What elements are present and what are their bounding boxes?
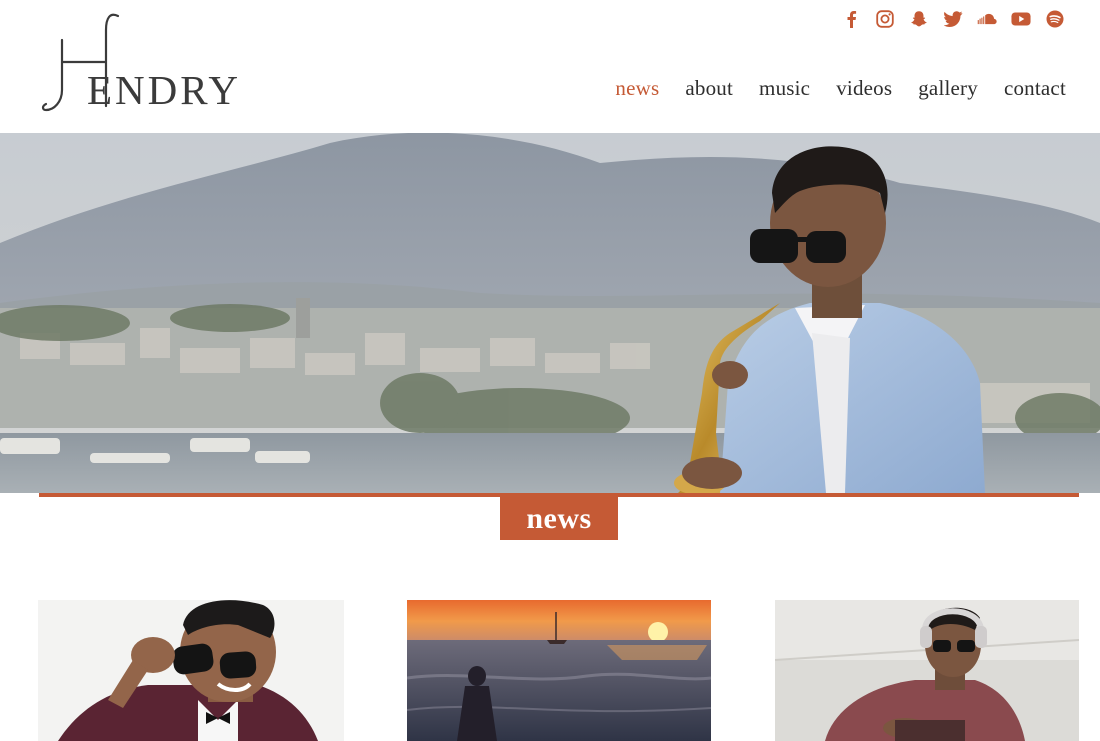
snapchat-icon[interactable] [909,9,929,29]
news-card-1[interactable] [38,600,344,741]
nav-contact[interactable]: contact [1004,76,1066,101]
news-card-3-image [775,600,1079,741]
nav-videos[interactable]: videos [836,76,892,101]
instagram-icon[interactable] [875,9,895,29]
nav-music[interactable]: music [759,76,810,101]
nav-news[interactable]: news [615,76,659,101]
section-title-news: news [500,497,618,540]
main-nav: news about music videos gallery contact [615,76,1066,101]
news-card-2-image [407,600,711,741]
youtube-icon[interactable] [1011,9,1031,29]
spotify-icon[interactable] [1045,9,1065,29]
nav-about[interactable]: about [685,76,733,101]
news-card-1-image [38,600,344,741]
facebook-icon[interactable] [841,9,861,29]
news-card-2[interactable] [407,600,711,741]
soundcloud-icon[interactable] [977,9,997,29]
logo-text: ENDRY [87,67,241,113]
hero-banner [0,133,1100,493]
hero-image-saxophonist [0,133,1100,493]
social-links [841,9,1065,29]
site-header: ENDRY news about music videos gallery co… [0,0,1100,133]
news-card-3[interactable] [775,600,1079,741]
nav-gallery[interactable]: gallery [918,76,978,101]
site-logo[interactable]: ENDRY [40,10,270,115]
twitter-icon[interactable] [943,9,963,29]
